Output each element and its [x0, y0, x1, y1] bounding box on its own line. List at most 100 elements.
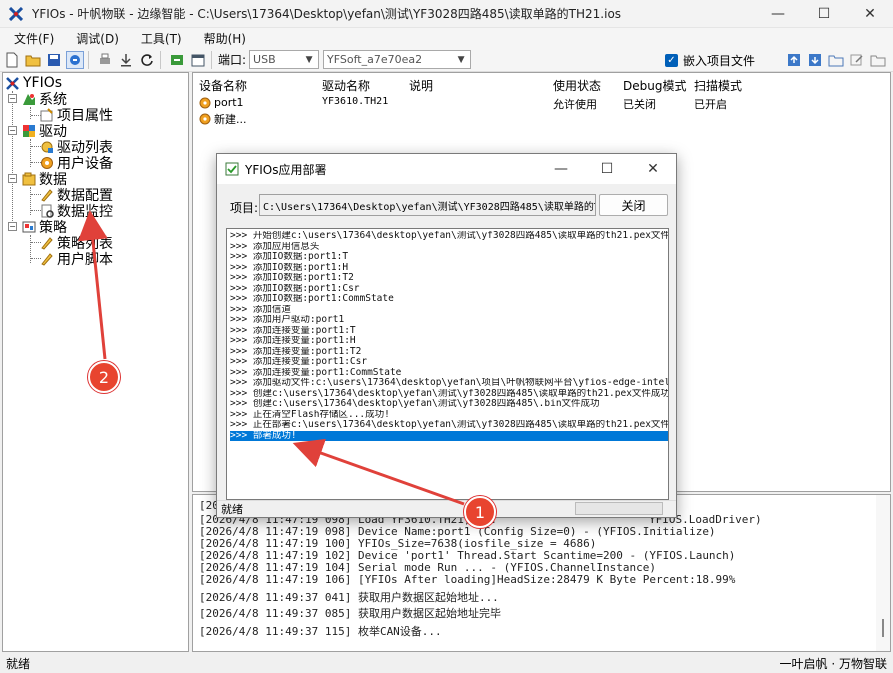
output-line: >>> 添加连接变量:port1:CommState: [230, 367, 402, 378]
device-select[interactable]: YFSoft_a7e70ea2 ▼: [323, 50, 472, 69]
deploy-progress-bar: [575, 502, 663, 515]
log-line: [2026/4/8 11:49:37 085] 获取用户数据区起始地址完毕: [199, 607, 501, 620]
log-scrollbar[interactable]: [876, 495, 890, 651]
dialog-maximize-button[interactable]: ☐: [584, 154, 630, 184]
embed-project-label: 嵌入项目文件: [683, 54, 756, 68]
output-line-selected: >>> 部署成功!: [230, 430, 668, 441]
output-line: >>> 添加应用信息头: [230, 241, 320, 252]
port-select[interactable]: USB ▼: [249, 50, 320, 69]
chevron-down-icon: ▼: [305, 54, 313, 65]
log-line: [2026/4/8 11:49:37 041] 获取用户数据区起始地址...: [199, 591, 499, 604]
minimize-button[interactable]: —: [755, 0, 801, 28]
deploy-icon[interactable]: [66, 50, 84, 69]
usage-state: 允许使用: [553, 98, 597, 111]
dialog-close-button[interactable]: 关闭: [599, 194, 668, 216]
script-icon: [39, 252, 54, 267]
status-bar: 就绪 一叶启帆 · 万物智联: [0, 654, 893, 673]
embed-project-checkbox[interactable]: ✓ 嵌入项目文件: [665, 52, 755, 69]
port-label: 端口:: [218, 53, 247, 67]
tree-item-user-scripts[interactable]: 用户脚本: [39, 251, 113, 268]
output-line: >>> 添加连接变量:port1:H: [230, 336, 356, 346]
deploy-dialog: YFIOs应用部署 — ☐ ✕ 项目: C:\Users\17364\Deskt…: [216, 153, 677, 518]
deploy-output-list[interactable]: >>> 开始创建c:\users\17364\desktop\yefan\测试\…: [226, 228, 669, 500]
strategy-icon: [21, 220, 36, 235]
driver-icon: [21, 124, 36, 139]
output-line: >>> 添加连接变量:port1:Csr: [230, 357, 368, 367]
col-usage-state[interactable]: 使用状态: [553, 77, 601, 94]
folder-open-icon[interactable]: [869, 51, 887, 69]
output-line: >>> 创建c:\users\17364\desktop\yefan\测试\yf…: [230, 388, 668, 399]
annotation-badge-2: 2: [88, 361, 120, 393]
title-bar: YFIOs - 叶帆物联 - 边缘智能 - C:\Users\17364\Des…: [0, 0, 893, 28]
output-line: >>> 添加连接变量:port1:T2: [230, 346, 362, 357]
output-line: >>> 添加IO数据:port1:Csr: [230, 283, 360, 294]
output-line: >>> 添加连接变量:port1:T: [230, 325, 356, 336]
edit-icon[interactable]: [848, 51, 866, 69]
download-icon[interactable]: [117, 51, 135, 69]
menu-bar: 文件(F) 调试(D) 工具(T) 帮助(H): [0, 28, 893, 48]
chevron-down-icon: ▼: [457, 54, 465, 65]
new-device-label: 新建...: [214, 113, 247, 126]
output-line: >>> 添加IO数据:port1:H: [230, 262, 349, 273]
download-arrow-icon[interactable]: [806, 51, 824, 69]
output-line: >>> 开始创建c:\users\17364\desktop\yefan\测试\…: [230, 231, 668, 241]
calendar-icon[interactable]: [189, 51, 207, 69]
col-description[interactable]: 说明: [409, 77, 433, 94]
col-device-name[interactable]: 设备名称: [199, 77, 247, 94]
collapse-strategy-toggle[interactable]: −: [8, 222, 17, 231]
scan-mode: 已开启: [694, 98, 727, 111]
device-select-value: YFSoft_a7e70ea2: [327, 53, 423, 66]
driver-list-icon: [39, 140, 54, 155]
slogan-text: 一叶启帆 · 万物智联: [779, 657, 887, 671]
collapse-data-toggle[interactable]: −: [8, 174, 17, 183]
project-label: 项目:: [230, 201, 259, 215]
log-line: [2026/4/8 11:47:19 106] [YFIOs After loa…: [199, 573, 736, 586]
output-line: >>> 正在清空Flash存储区...成功!: [230, 409, 390, 420]
status-text: 就绪: [6, 657, 31, 671]
deploy-icon: [225, 162, 239, 176]
output-line: >>> 添加IO数据:port1:CommState: [230, 294, 394, 304]
refresh-icon[interactable]: [138, 51, 156, 69]
collapse-driver-toggle[interactable]: −: [8, 126, 17, 135]
window-title: YFIOs - 叶帆物联 - 边缘智能 - C:\Users\17364\Des…: [32, 7, 622, 21]
connect-icon[interactable]: [168, 51, 186, 69]
dialog-close-x-button[interactable]: ✕: [630, 154, 676, 184]
device-icon: [199, 113, 211, 125]
col-debug-mode[interactable]: Debug模式: [623, 77, 686, 94]
app-logo-icon: [8, 6, 24, 22]
save-icon[interactable]: [45, 51, 63, 69]
tree-item-label: 用户脚本: [57, 252, 113, 268]
system-icon: [21, 92, 36, 107]
folder-icon[interactable]: [827, 51, 845, 69]
col-scan-mode[interactable]: 扫描模式: [694, 77, 742, 94]
upload-icon[interactable]: [785, 51, 803, 69]
driver-name: YF3610.TH21: [322, 96, 389, 107]
col-driver-name[interactable]: 驱动名称: [322, 77, 370, 94]
dialog-title-bar: YFIOs应用部署 — ☐ ✕: [217, 154, 676, 184]
output-line: >>> 添加用户驱动:port1: [230, 315, 345, 325]
log-line: [2026/4/8 11:49:37 115] 枚举CAN设备...: [199, 625, 442, 638]
dialog-title: YFIOs应用部署: [245, 162, 327, 177]
output-line: >>> 添加信道: [230, 304, 291, 315]
open-folder-icon[interactable]: [24, 51, 42, 69]
yfios-logo-icon: [5, 76, 20, 91]
menu-file[interactable]: 文件(F): [0, 30, 62, 47]
project-path-field[interactable]: C:\Users\17364\Desktop\yefan\测试\YF3028四路…: [259, 194, 596, 216]
dialog-status-text: 就绪: [221, 503, 243, 516]
annotation-badge-1: 1: [464, 496, 496, 528]
new-file-icon[interactable]: [3, 51, 21, 69]
scroll-thumb[interactable]: [882, 619, 884, 637]
output-line: >>> 正在部署c:\users\17364\desktop\yefan\测试\…: [230, 420, 668, 430]
port-select-value: USB: [253, 53, 276, 66]
collapse-system-toggle[interactable]: −: [8, 94, 17, 103]
menu-debug[interactable]: 调试(D): [62, 30, 127, 47]
close-window-button[interactable]: ✕: [847, 0, 893, 28]
dialog-minimize-button[interactable]: —: [538, 154, 584, 184]
print-icon[interactable]: [96, 51, 114, 69]
maximize-button[interactable]: ☐: [801, 0, 847, 28]
strategy-list-icon: [39, 236, 54, 251]
menu-tools[interactable]: 工具(T): [127, 30, 190, 47]
menu-help[interactable]: 帮助(H): [190, 30, 254, 47]
output-line: >>> 添加IO数据:port1:T: [230, 252, 349, 262]
output-line: >>> 创建c:\users\17364\desktop\yefan\测试\yf…: [230, 399, 600, 409]
